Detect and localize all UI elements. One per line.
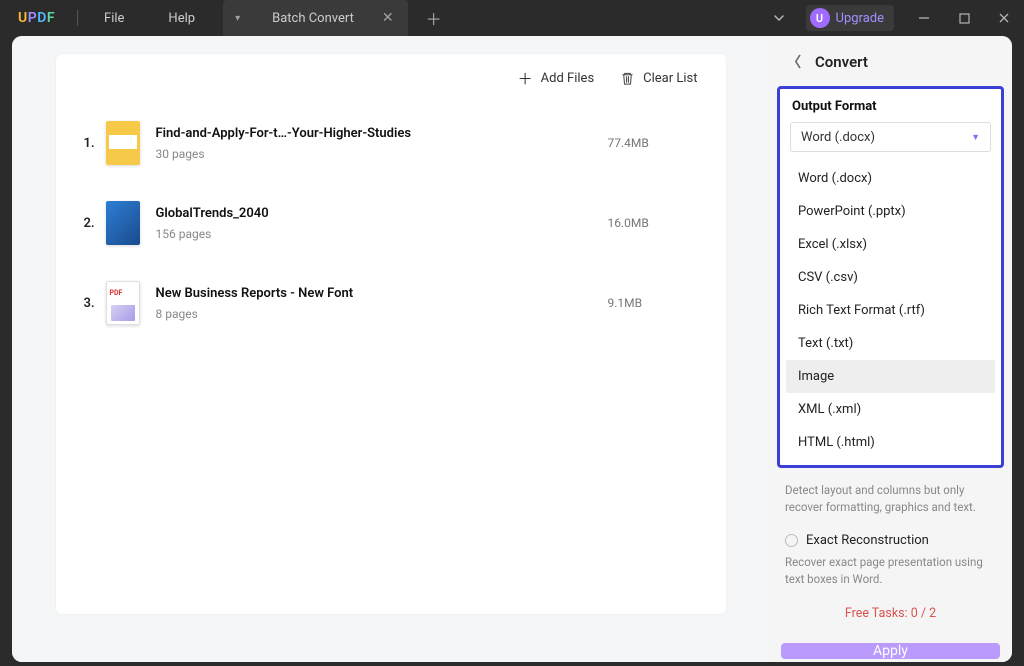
file-thumbnail xyxy=(106,121,140,165)
row-number: 1. xyxy=(84,136,106,151)
file-pages: 8 pages xyxy=(156,307,608,321)
file-row[interactable]: 3. PDF New Business Reports - New Font 8… xyxy=(84,263,698,343)
file-name: New Business Reports - New Font xyxy=(156,286,608,301)
format-option-powerpoint[interactable]: PowerPoint (.pptx) xyxy=(786,195,995,228)
exact-description: Recover exact page presentation using te… xyxy=(769,552,1012,587)
row-number: 3. xyxy=(84,296,106,311)
output-format-label: Output Format xyxy=(780,89,1001,122)
back-icon[interactable]: 〈 xyxy=(785,50,803,74)
free-tasks-counter: Free Tasks: 0 / 2 xyxy=(769,588,1012,627)
panel-title: Convert xyxy=(815,53,868,71)
menu-file[interactable]: File xyxy=(82,11,146,26)
upgrade-label: Upgrade xyxy=(836,11,884,26)
file-pages: 156 pages xyxy=(156,227,608,241)
minimize-button[interactable] xyxy=(904,0,944,36)
new-tab-button[interactable]: ＋ xyxy=(408,6,460,30)
caret-down-icon: ▼ xyxy=(971,132,980,143)
radio-icon xyxy=(785,534,798,547)
row-number: 2. xyxy=(84,216,106,231)
file-thumbnail: PDF xyxy=(106,281,140,325)
add-files-button[interactable]: ＋ Add Files xyxy=(518,68,595,89)
format-option-csv[interactable]: CSV (.csv) xyxy=(786,261,995,294)
upgrade-badge-icon: U xyxy=(810,8,830,28)
file-thumbnail xyxy=(106,201,140,245)
chevron-down-icon: ▾ xyxy=(235,13,240,24)
file-size: 77.4MB xyxy=(608,136,698,150)
file-name: Find-and-Apply-For-t…-Your-Higher-Studie… xyxy=(156,126,608,141)
clear-list-button[interactable]: Clear List xyxy=(620,68,697,89)
format-option-word[interactable]: Word (.docx) xyxy=(786,162,995,195)
select-value: Word (.docx) xyxy=(801,130,875,145)
format-option-image[interactable]: Image xyxy=(786,360,995,393)
tab-batch-convert[interactable]: ▾ Batch Convert ✕ xyxy=(223,0,408,36)
add-files-label: Add Files xyxy=(541,71,594,86)
separator xyxy=(77,10,78,26)
file-row[interactable]: 2. GlobalTrends_2040 156 pages 16.0MB xyxy=(84,183,698,263)
app-logo: UPDF xyxy=(0,10,73,26)
close-tab-icon[interactable]: ✕ xyxy=(382,10,394,26)
exact-reconstruction-option[interactable]: Exact Reconstruction xyxy=(769,515,1012,552)
file-size: 9.1MB xyxy=(608,296,698,310)
chevron-down-icon[interactable] xyxy=(762,12,796,24)
clear-list-label: Clear List xyxy=(643,71,697,86)
close-button[interactable] xyxy=(984,0,1024,36)
output-format-panel: Output Format Word (.docx) ▼ Word (.docx… xyxy=(777,86,1004,468)
format-option-text[interactable]: Text (.txt) xyxy=(786,327,995,360)
exact-reconstruction-label: Exact Reconstruction xyxy=(806,533,929,548)
file-row[interactable]: 1. Find-and-Apply-For-t…-Your-Higher-Stu… xyxy=(84,103,698,183)
format-option-excel[interactable]: Excel (.xlsx) xyxy=(786,228,995,261)
file-pages: 30 pages xyxy=(156,147,608,161)
tab-title: Batch Convert xyxy=(272,11,354,26)
format-option-xml[interactable]: XML (.xml) xyxy=(786,393,995,426)
maximize-button[interactable] xyxy=(944,0,984,36)
plus-icon: ＋ xyxy=(518,68,533,89)
format-options-list: Word (.docx) PowerPoint (.pptx) Excel (.… xyxy=(780,160,1001,465)
menu-help[interactable]: Help xyxy=(146,11,217,26)
upgrade-button[interactable]: U Upgrade xyxy=(806,5,894,31)
output-format-select[interactable]: Word (.docx) ▼ xyxy=(790,122,991,152)
format-option-html[interactable]: HTML (.html) xyxy=(786,426,995,459)
format-option-rtf[interactable]: Rich Text Format (.rtf) xyxy=(786,294,995,327)
detect-description: Detect layout and columns but only recov… xyxy=(769,472,1012,515)
file-name: GlobalTrends_2040 xyxy=(156,206,608,221)
file-size: 16.0MB xyxy=(608,216,698,230)
apply-button[interactable]: Apply xyxy=(781,643,1000,659)
trash-icon xyxy=(620,71,635,86)
